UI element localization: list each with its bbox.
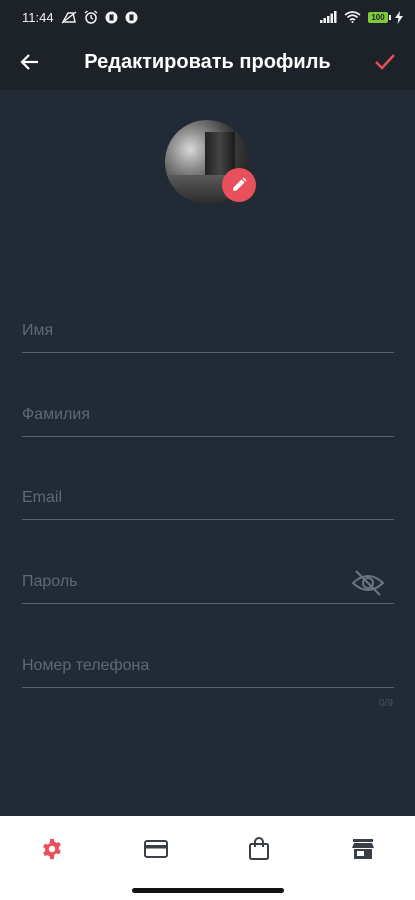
password-placeholder: Пароль (22, 573, 78, 590)
toggle-password-visibility[interactable] (350, 569, 386, 597)
alarm-icon (84, 10, 98, 24)
email-placeholder: Email (22, 489, 63, 506)
nav-item-store[interactable] (333, 838, 393, 860)
nav-items (0, 834, 415, 864)
status-right: 100 (320, 10, 403, 24)
avatar-container (165, 120, 256, 208)
page-title: Редактировать профиль (84, 50, 331, 73)
first-name-placeholder: Имя (22, 322, 54, 339)
app-icon (125, 11, 138, 24)
app-bar: Редактировать профиль (0, 34, 415, 90)
home-indicator[interactable] (132, 888, 284, 893)
last-name-field[interactable]: Фамилия (22, 396, 394, 437)
phone-placeholder: Номер телефона (22, 657, 150, 674)
email-field[interactable]: Email (22, 479, 394, 520)
check-icon (375, 54, 395, 70)
charging-icon (395, 10, 403, 24)
no-sim-icon (61, 10, 77, 24)
status-left: 11:44 (22, 10, 138, 25)
bottom-navigation (0, 816, 415, 900)
signal-icon (320, 11, 337, 23)
phone-field[interactable]: Номер телефона (22, 647, 394, 688)
shopping-bag-icon (249, 837, 270, 860)
edit-avatar-button[interactable] (222, 168, 256, 202)
phone-character-counter: 0/9 (379, 698, 393, 709)
last-name-placeholder: Фамилия (22, 406, 90, 423)
settings-icon (42, 838, 61, 860)
pencil-icon (233, 177, 247, 191)
save-button[interactable] (371, 48, 399, 76)
back-button[interactable] (16, 48, 44, 76)
first-name-field[interactable]: Имя (22, 312, 394, 353)
wifi-icon (344, 11, 361, 23)
nav-item-settings[interactable] (22, 838, 82, 860)
eye-off-icon (351, 570, 385, 596)
battery-level: 100 (371, 12, 385, 22)
battery-icon: 100 (368, 11, 391, 23)
nav-item-cards[interactable] (126, 839, 186, 859)
status-bar: 11:44 100 (0, 0, 415, 34)
nav-item-orders[interactable] (229, 837, 289, 861)
password-field[interactable]: Пароль (22, 563, 394, 604)
store-icon (352, 839, 375, 859)
status-time: 11:44 (22, 9, 54, 25)
arrow-left-icon (20, 54, 38, 70)
credit-card-icon (143, 840, 168, 858)
app-icon (105, 11, 118, 24)
